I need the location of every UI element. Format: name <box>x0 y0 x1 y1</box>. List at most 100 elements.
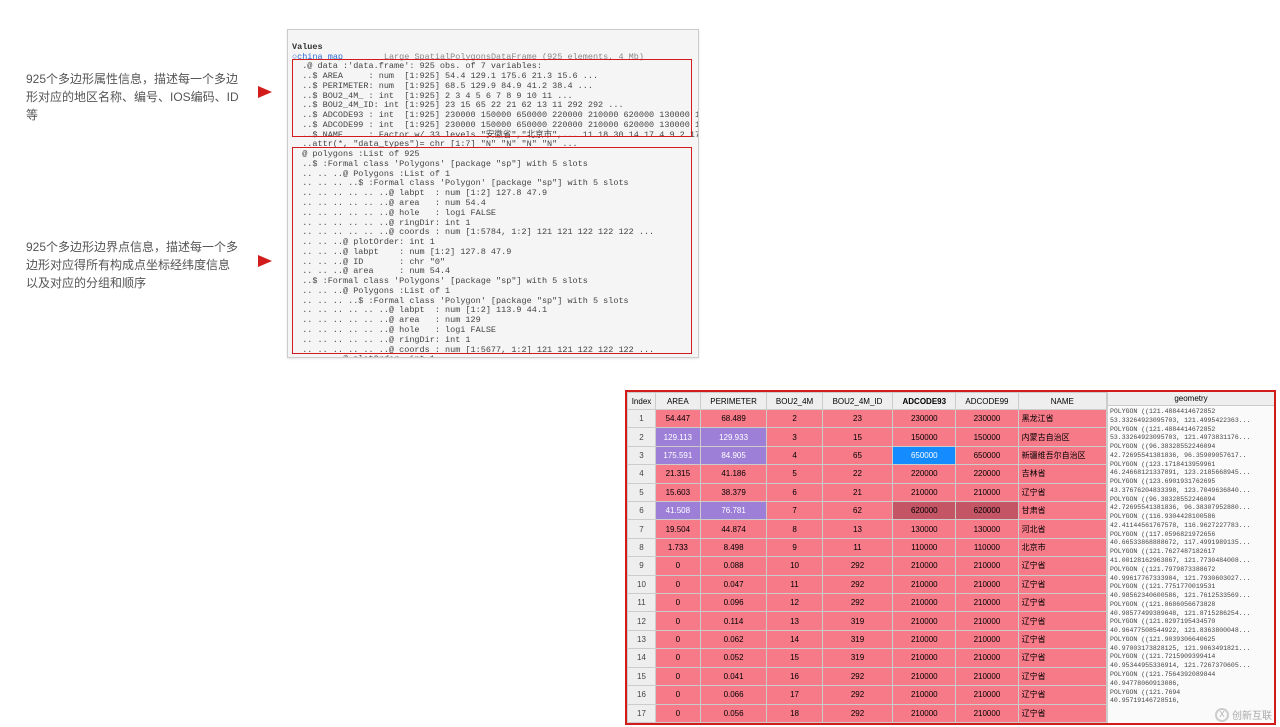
table-row: 2129.113129.933315150000150000内蒙古自治区 <box>628 428 1107 446</box>
cell-b4m: 11 <box>767 575 822 593</box>
cell-b4m: 8 <box>767 520 822 538</box>
col-header: Index <box>628 393 656 410</box>
cell-a93: 220000 <box>893 465 956 483</box>
cell-b4m: 17 <box>767 686 822 704</box>
cell-perim: 0.041 <box>700 667 767 685</box>
cell-b4m: 13 <box>767 612 822 630</box>
cell-a99: 210000 <box>956 649 1018 667</box>
col-header: AREA <box>656 393 701 410</box>
cell-b4mid: 292 <box>822 686 893 704</box>
cell-a93: 210000 <box>893 704 956 723</box>
cell-idx: 6 <box>628 502 656 520</box>
cell-a93: 150000 <box>893 428 956 446</box>
cell-b4mid: 11 <box>822 538 893 556</box>
cell-idx: 9 <box>628 557 656 575</box>
cell-b4mid: 15 <box>822 428 893 446</box>
cell-b4mid: 292 <box>822 594 893 612</box>
cell-b4m: 16 <box>767 667 822 685</box>
geometry-column: geometry POLYGON ((121.4884414672852 53.… <box>1107 392 1274 723</box>
table-row: 515.60338.379621210000210000辽宁省 <box>628 483 1107 501</box>
cell-b4mid: 319 <box>822 630 893 648</box>
cell-a99: 650000 <box>956 446 1018 464</box>
annotation-poly: 925个多边形边界点信息，描述每一个多边形对应得所有构成点坐标经纬度信息以及对应… <box>26 238 241 292</box>
col-header: NAME <box>1018 393 1106 410</box>
cell-area: 41.508 <box>656 502 701 520</box>
table-row: 900.08810292210000210000辽宁省 <box>628 557 1107 575</box>
cell-idx: 1 <box>628 410 656 428</box>
cell-b4m: 15 <box>767 649 822 667</box>
cell-area: 175.591 <box>656 446 701 464</box>
cell-b4m: 2 <box>767 410 822 428</box>
table-row: 421.31541.186522220000220000吉林省 <box>628 465 1107 483</box>
cell-area: 54.447 <box>656 410 701 428</box>
cell-b4m: 5 <box>767 465 822 483</box>
logo-icon: X <box>1215 708 1229 722</box>
cell-a93: 650000 <box>893 446 956 464</box>
dataframe-viewer: IndexAREAPERIMETERBOU2_4MBOU2_4M_IDADCOD… <box>625 390 1276 725</box>
cell-b4m: 9 <box>767 538 822 556</box>
cell-idx: 13 <box>628 630 656 648</box>
cell-a93: 110000 <box>893 538 956 556</box>
table-row: 1700.05618292210000210000辽宁省 <box>628 704 1107 723</box>
cell-a93: 210000 <box>893 557 956 575</box>
cell-idx: 15 <box>628 667 656 685</box>
cell-name: 吉林省 <box>1018 465 1106 483</box>
watermark-logo: X 创新互联 <box>1215 707 1272 722</box>
cell-b4m: 3 <box>767 428 822 446</box>
cell-a99: 620000 <box>956 502 1018 520</box>
cell-area: 0 <box>656 575 701 593</box>
table-row: 1000.04711292210000210000辽宁省 <box>628 575 1107 593</box>
cell-a99: 110000 <box>956 538 1018 556</box>
cell-perim: 0.047 <box>700 575 767 593</box>
cell-a99: 210000 <box>956 483 1018 501</box>
cell-idx: 17 <box>628 704 656 723</box>
cell-a93: 210000 <box>893 612 956 630</box>
cell-a93: 210000 <box>893 483 956 501</box>
annotation-attr: 925个多边形属性信息，描述每一个多边形对应的地区名称、编号、IOS编码、ID等 <box>26 70 241 124</box>
cell-a93: 210000 <box>893 667 956 685</box>
cell-idx: 3 <box>628 446 656 464</box>
cell-name: 辽宁省 <box>1018 686 1106 704</box>
cell-area: 0 <box>656 557 701 575</box>
logo-text: 创新互联 <box>1232 707 1272 722</box>
cell-name: 辽宁省 <box>1018 612 1106 630</box>
cell-a99: 130000 <box>956 520 1018 538</box>
cell-a93: 210000 <box>893 575 956 593</box>
cell-perim: 0.088 <box>700 557 767 575</box>
panel-header: Values <box>292 42 323 52</box>
cell-b4mid: 292 <box>822 575 893 593</box>
cell-perim: 68.489 <box>700 410 767 428</box>
cell-area: 19.504 <box>656 520 701 538</box>
cell-area: 0 <box>656 686 701 704</box>
table-row: 154.44768.489223230000230000黑龙江省 <box>628 410 1107 428</box>
cell-a99: 210000 <box>956 612 1018 630</box>
cell-b4m: 4 <box>767 446 822 464</box>
cell-a99: 150000 <box>956 428 1018 446</box>
cell-a99: 210000 <box>956 594 1018 612</box>
cell-b4m: 12 <box>767 594 822 612</box>
cell-name: 黑龙江省 <box>1018 410 1106 428</box>
cell-area: 1.733 <box>656 538 701 556</box>
cell-name: 辽宁省 <box>1018 630 1106 648</box>
cell-perim: 0.062 <box>700 630 767 648</box>
cell-a99: 210000 <box>956 686 1018 704</box>
cell-perim: 0.052 <box>700 649 767 667</box>
cell-perim: 84.905 <box>700 446 767 464</box>
cell-name: 辽宁省 <box>1018 704 1106 723</box>
cell-a93: 130000 <box>893 520 956 538</box>
cell-b4mid: 65 <box>822 446 893 464</box>
cell-b4m: 18 <box>767 704 822 723</box>
cell-b4mid: 292 <box>822 557 893 575</box>
cell-b4mid: 62 <box>822 502 893 520</box>
cell-area: 129.113 <box>656 428 701 446</box>
cell-b4mid: 319 <box>822 649 893 667</box>
cell-perim: 0.114 <box>700 612 767 630</box>
col-header: PERIMETER <box>700 393 767 410</box>
col-header: ADCODE99 <box>956 393 1018 410</box>
rstudio-values-panel: Values ○china_map Large SpatialPolygonsD… <box>287 29 699 358</box>
object-name: ○china_map <box>292 52 343 62</box>
table-row: 719.50444.874813130000130000河北省 <box>628 520 1107 538</box>
cell-perim: 38.379 <box>700 483 767 501</box>
cell-perim: 44.874 <box>700 520 767 538</box>
col-header: BOU2_4M_ID <box>822 393 893 410</box>
